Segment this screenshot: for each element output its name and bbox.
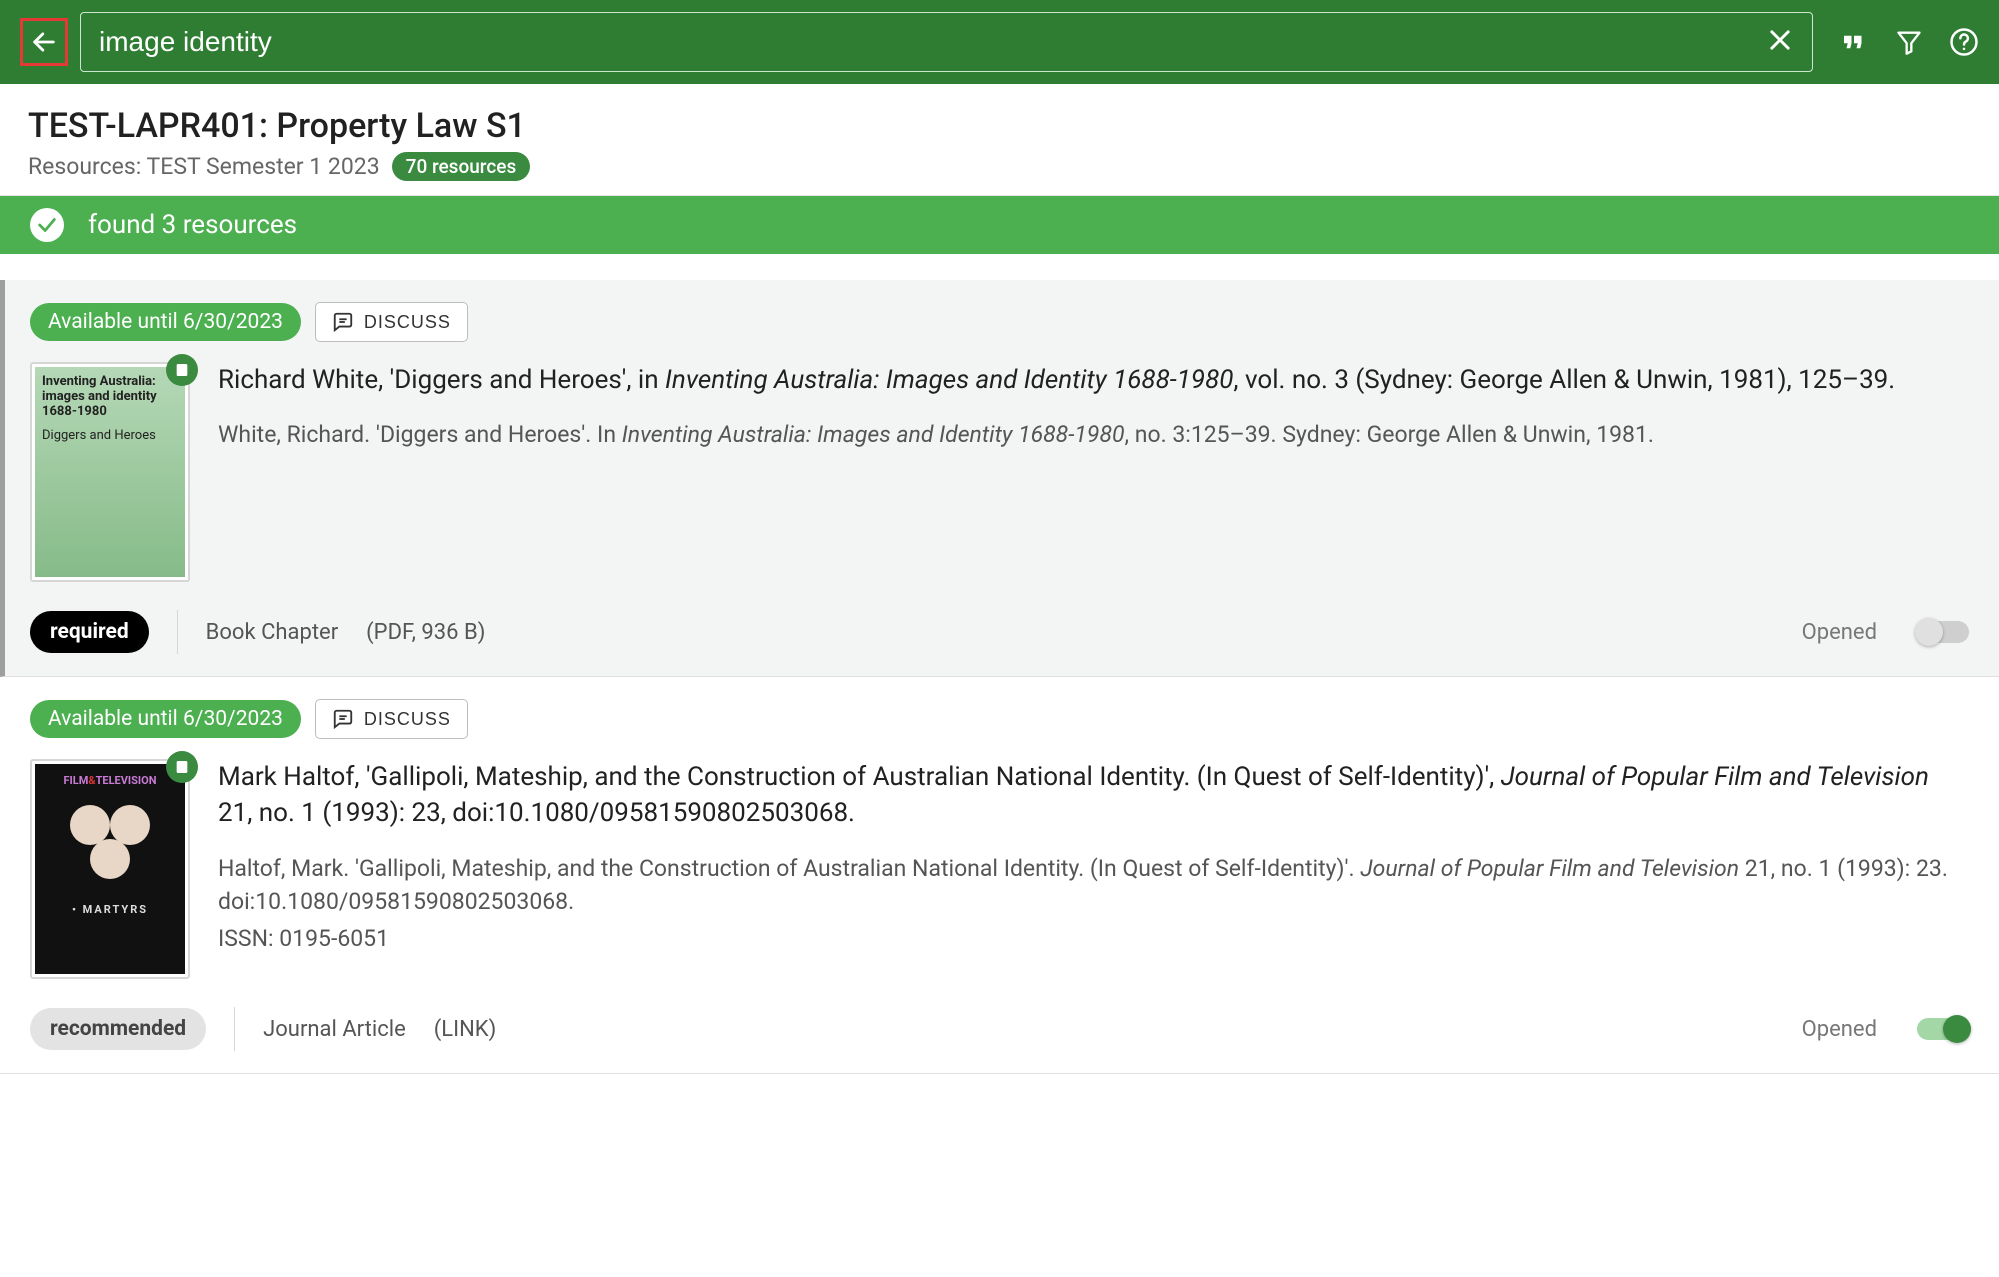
cover-image: FILM&TELEVISION • MARTYRS [35,764,185,974]
cover-art [70,805,150,885]
resources-line: Resources: TEST Semester 1 2023 [28,153,380,180]
opened-toggle[interactable] [1917,1018,1969,1040]
opened-label: Opened [1802,620,1877,645]
cite-post: 21, no. 1 (1993): 23, doi:10.1080/095815… [218,798,855,828]
citation-button[interactable] [1839,27,1869,57]
course-title: TEST-LAPR401: Property Law S1 [28,106,1971,146]
found-bar: found 3 resources [0,196,1999,254]
cover-caption: • MARTYRS [72,903,148,916]
citation-issn: ISSN: 0195-6051 [218,922,1969,955]
citation-alt: White, Richard. 'Diggers and Heroes'. In… [218,418,1969,451]
result-body: Inventing Australia: images and identity… [30,362,1969,582]
search-input[interactable] [99,26,1766,58]
cite-alt-ital: Journal of Popular Film and Television [1360,855,1739,882]
filter-button[interactable] [1895,28,1923,56]
discuss-label: DISCUSS [364,312,451,333]
course-subline: Resources: TEST Semester 1 2023 70 resou… [28,152,1971,181]
top-bar [0,0,1999,84]
resource-meta: (LINK) [434,1017,497,1042]
course-header: TEST-LAPR401: Property Law S1 Resources:… [0,84,1999,196]
clear-search-button[interactable] [1766,26,1794,58]
toolbar-actions [1825,27,1979,57]
check-icon [36,214,58,236]
cite-pre: Richard White, 'Diggers and Heroes', in [218,365,665,395]
opened-toggle[interactable] [1917,621,1969,643]
cover-logo: FILM&TELEVISION [64,774,157,787]
citation-block: Mark Haltof, 'Gallipoli, Mateship, and t… [218,759,1969,956]
resource-meta: (PDF, 936 B) [366,620,485,645]
chips-row: Available until 6/30/2023 DISCUSS [30,302,1969,342]
importance-tag: required [30,611,149,653]
resource-type: Book Chapter [206,620,338,645]
cover-thumbnail[interactable]: FILM&TELEVISION • MARTYRS [30,759,190,979]
citation-alt: Haltof, Mark. 'Gallipoli, Mateship, and … [218,852,1969,919]
discuss-button[interactable]: DISCUSS [315,302,468,342]
result-row[interactable]: Available until 6/30/2023 DISCUSS FILM&T… [0,677,1999,1074]
cover-thumbnail[interactable]: Inventing Australia: images and identity… [30,362,190,582]
citation-main: Richard White, 'Diggers and Heroes', in … [218,362,1969,398]
comment-icon [332,708,354,730]
help-button[interactable] [1949,27,1979,57]
toggle-knob [1943,1015,1971,1043]
result-footer: required Book Chapter (PDF, 936 B) Opene… [30,610,1969,654]
toggle-knob [1915,618,1943,646]
article-icon [174,759,190,775]
article-badge [166,751,198,783]
citation-main: Mark Haltof, 'Gallipoli, Mateship, and t… [218,759,1969,832]
result-footer: recommended Journal Article (LINK) Opene… [30,1007,1969,1051]
arrow-left-icon [30,28,58,56]
check-circle [30,208,64,242]
cite-alt-pre: White, Richard. 'Diggers and Heroes'. In [218,421,622,448]
availability-chip: Available until 6/30/2023 [30,303,301,341]
result-body: FILM&TELEVISION • MARTYRS Mark Haltof, '… [30,759,1969,979]
cite-ital: Journal of Popular Film and Television [1501,762,1929,792]
opened-label: Opened [1802,1017,1877,1042]
chips-row: Available until 6/30/2023 DISCUSS [30,699,1969,739]
cover-image: Inventing Australia: images and identity… [35,367,185,577]
result-row[interactable]: Available until 6/30/2023 DISCUSS Invent… [0,280,1999,677]
chapter-badge [166,354,198,386]
cite-post: , vol. no. 3 (Sydney: George Allen & Unw… [1233,365,1895,395]
discuss-button[interactable]: DISCUSS [315,699,468,739]
close-icon [1766,26,1794,54]
cite-alt-post: , no. 3:125–39. Sydney: George Allen & U… [1125,421,1654,448]
divider [234,1007,235,1051]
back-button[interactable] [20,18,68,66]
resource-type: Journal Article [263,1017,406,1042]
doc-icon [174,362,190,378]
comment-icon [332,311,354,333]
discuss-label: DISCUSS [364,709,451,730]
citation-block: Richard White, 'Diggers and Heroes', in … [218,362,1969,452]
cite-ital: Inventing Australia: Images and Identity… [665,365,1233,395]
importance-tag: recommended [30,1008,206,1050]
cover-title: Inventing Australia: images and identity… [42,375,178,420]
search-box [80,12,1813,72]
cite-pre: Mark Haltof, 'Gallipoli, Mateship, and t… [218,762,1501,792]
spacer [0,254,1999,280]
filter-icon [1895,28,1923,56]
cover-subtitle: Diggers and Heroes [42,428,178,443]
help-icon [1949,27,1979,57]
cite-alt-pre: Haltof, Mark. 'Gallipoli, Mateship, and … [218,855,1360,882]
divider [177,610,178,654]
quote-icon [1839,27,1869,57]
availability-chip: Available until 6/30/2023 [30,700,301,738]
cite-alt-ital: Inventing Australia: Images and Identity… [622,421,1125,448]
resource-count-badge: 70 resources [392,152,531,181]
found-text: found 3 resources [88,210,297,240]
